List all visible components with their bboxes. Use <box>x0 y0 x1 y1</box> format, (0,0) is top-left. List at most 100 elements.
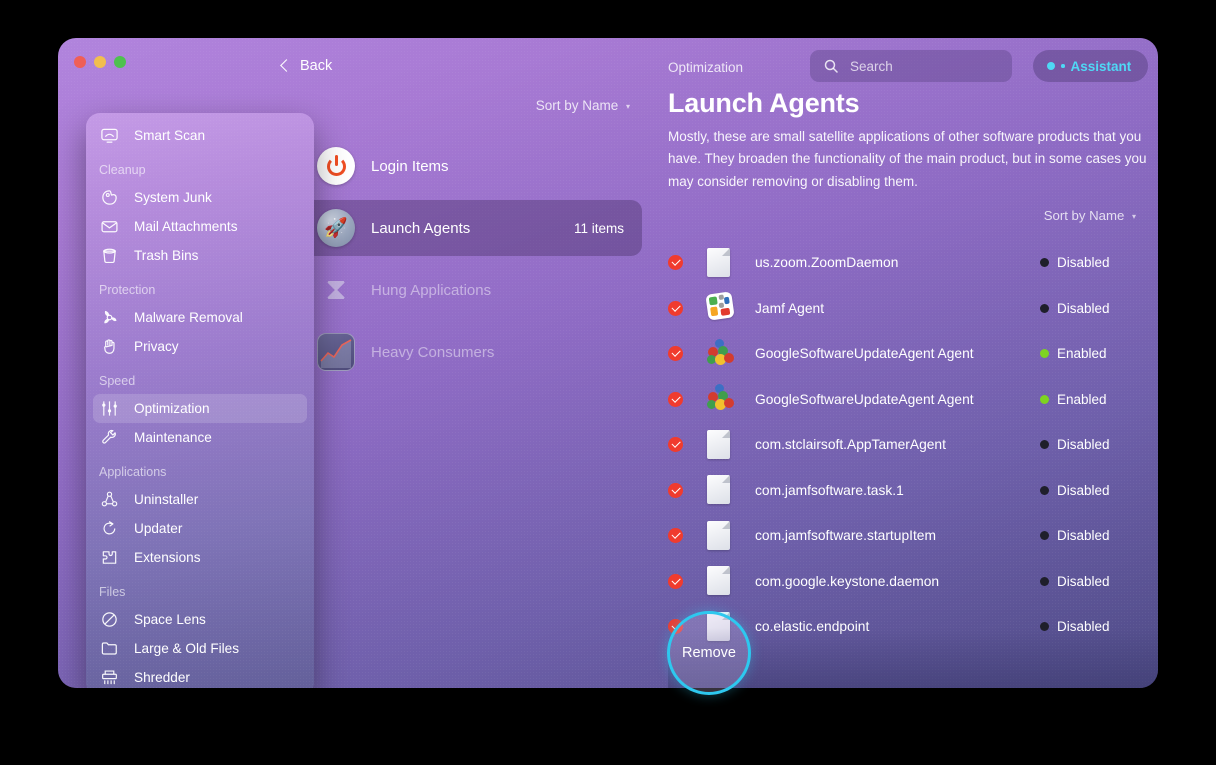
screen: Back Sort by Name ▾ Login Items 🚀 Launch… <box>0 0 1216 765</box>
category-row-login-items[interactable]: Login Items <box>270 138 642 194</box>
agent-name: com.google.keystone.daemon <box>755 573 940 589</box>
category-row-launch-agents[interactable]: 🚀 Launch Agents 11 items <box>270 200 642 256</box>
table-row[interactable]: Jamf Agent Disabled <box>668 286 1144 332</box>
chart-icon <box>317 333 355 371</box>
cursor-highlight-remove-button[interactable]: Remove <box>667 611 751 695</box>
middle-sort-label: Sort by Name <box>535 98 619 113</box>
sidebar-item-extensions[interactable]: Extensions <box>93 543 307 572</box>
row-checkbox[interactable] <box>668 482 683 498</box>
row-checkbox[interactable] <box>668 573 683 589</box>
row-checkbox[interactable] <box>668 346 683 362</box>
trash-bins-icon <box>99 245 120 266</box>
sidebar-item-label: Optimization <box>134 401 210 416</box>
agent-list: us.zoom.ZoomDaemon Disabled Jamf Agent D… <box>668 240 1144 650</box>
sidebar-item-updater[interactable]: Updater <box>93 514 307 543</box>
privacy-icon <box>99 336 120 357</box>
rocket-icon: 🚀 <box>317 209 355 247</box>
assistant-button[interactable]: Assistant <box>1033 50 1149 82</box>
table-row[interactable]: GoogleSoftwareUpdateAgent Agent Enabled <box>668 331 1144 377</box>
status-badge: Enabled <box>1040 392 1144 407</box>
table-row[interactable]: us.zoom.ZoomDaemon Disabled <box>668 240 1144 286</box>
status-badge: Disabled <box>1040 574 1144 589</box>
sidebar-item-privacy[interactable]: Privacy <box>93 332 307 361</box>
sidebar-item-malware-removal[interactable]: Malware Removal <box>93 303 307 332</box>
row-checkbox[interactable] <box>668 300 683 316</box>
zoom-button[interactable] <box>114 56 126 68</box>
sidebar-item-label: Maintenance <box>134 430 212 445</box>
sidebar-header-cleanup: Cleanup <box>99 163 146 177</box>
status-dot-icon <box>1040 349 1049 359</box>
status-badge: Disabled <box>1040 301 1144 316</box>
extensions-icon <box>99 547 120 568</box>
category-count: 11 items <box>573 220 624 236</box>
close-button[interactable] <box>74 56 86 68</box>
app-window: Back Sort by Name ▾ Login Items 🚀 Launch… <box>58 38 1158 688</box>
power-icon <box>317 147 355 185</box>
detail-panel: Optimization Search Assistant Launch Age… <box>658 38 1158 688</box>
minimize-button[interactable] <box>94 56 106 68</box>
sidebar-header-applications: Applications <box>99 465 167 479</box>
middle-sort-dropdown[interactable]: Sort by Name ▾ <box>536 98 630 113</box>
status-label: Disabled <box>1057 300 1110 316</box>
table-row[interactable]: com.jamfsoftware.task.1 Disabled <box>668 468 1144 514</box>
table-row[interactable]: com.stclairsoft.AppTamerAgent Disabled <box>668 422 1144 468</box>
document-icon <box>707 247 733 278</box>
sidebar-item-trash-bins[interactable]: Trash Bins <box>93 241 307 270</box>
status-label: Enabled <box>1057 346 1107 362</box>
search-placeholder: Search <box>850 58 893 74</box>
back-button[interactable]: Back <box>280 58 332 74</box>
jamf-icon <box>705 291 735 323</box>
status-badge: Disabled <box>1040 528 1144 543</box>
detail-sort-dropdown[interactable]: Sort by Name ▾ <box>1044 208 1136 223</box>
sidebar-item-maintenance[interactable]: Maintenance <box>93 423 307 452</box>
status-label: Enabled <box>1057 391 1107 407</box>
sidebar-item-label: Updater <box>134 521 183 536</box>
sidebar-item-large-old-files[interactable]: Large & Old Files <box>93 634 307 663</box>
agent-name: us.zoom.ZoomDaemon <box>755 255 899 271</box>
sidebar-item-label: Mail Attachments <box>134 219 238 234</box>
status-badge: Disabled <box>1040 437 1144 452</box>
sidebar-item-label: Privacy <box>134 339 179 354</box>
detail-sort-label: Sort by Name <box>1043 208 1125 223</box>
sidebar-item-shredder[interactable]: Shredder <box>93 663 307 688</box>
malware-removal-icon <box>99 307 120 328</box>
sidebar-item-mail-attachments[interactable]: Mail Attachments <box>93 212 307 241</box>
table-row[interactable]: GoogleSoftwareUpdateAgent Agent Enabled <box>668 377 1144 423</box>
status-label: Disabled <box>1057 573 1110 589</box>
mail-attachments-icon <box>99 216 120 237</box>
agent-name: com.stclairsoft.AppTamerAgent <box>755 437 946 453</box>
row-checkbox[interactable] <box>668 391 683 407</box>
agent-name: Jamf Agent <box>755 300 825 316</box>
search-field[interactable]: Search <box>810 50 1012 82</box>
sidebar-item-uninstaller[interactable]: Uninstaller <box>93 485 307 514</box>
status-label: Disabled <box>1057 482 1110 498</box>
page-title: Launch Agents <box>668 88 860 118</box>
category-name: Heavy Consumers <box>371 343 495 361</box>
category-row-heavy-consumers[interactable]: Heavy Consumers <box>270 324 642 380</box>
row-checkbox[interactable] <box>668 255 683 271</box>
table-row[interactable]: com.jamfsoftware.startupItem Disabled <box>668 513 1144 559</box>
status-dot-icon <box>1040 531 1049 541</box>
sidebar-item-optimization[interactable]: Optimization <box>93 394 307 423</box>
sidebar-item-label: Extensions <box>134 550 201 565</box>
status-dot-icon <box>1040 394 1049 404</box>
status-label: Disabled <box>1057 437 1110 453</box>
category-column: Back Sort by Name ▾ Login Items 🚀 Launch… <box>258 38 658 688</box>
sidebar-item-label: Shredder <box>134 670 190 685</box>
sidebar-item-system-junk[interactable]: System Junk <box>93 183 307 212</box>
balloons-icon <box>707 384 734 414</box>
optimization-icon <box>99 398 120 419</box>
row-checkbox[interactable] <box>668 528 683 544</box>
sidebar-item-smart-scan[interactable]: Smart Scan <box>93 121 307 150</box>
status-badge: Disabled <box>1040 483 1144 498</box>
row-checkbox[interactable] <box>668 437 683 453</box>
sidebar-item-label: Smart Scan <box>134 128 206 143</box>
sidebar-header-speed: Speed <box>99 374 136 388</box>
agent-name: GoogleSoftwareUpdateAgent Agent <box>755 391 974 407</box>
category-row-hung-applications[interactable]: ⧗ Hung Applications <box>270 262 642 318</box>
table-row[interactable]: com.google.keystone.daemon Disabled <box>668 559 1144 605</box>
document-icon <box>707 566 733 596</box>
agent-name: com.jamfsoftware.task.1 <box>755 482 904 498</box>
sidebar-item-space-lens[interactable]: Space Lens <box>93 605 307 634</box>
shredder-icon <box>99 667 120 688</box>
